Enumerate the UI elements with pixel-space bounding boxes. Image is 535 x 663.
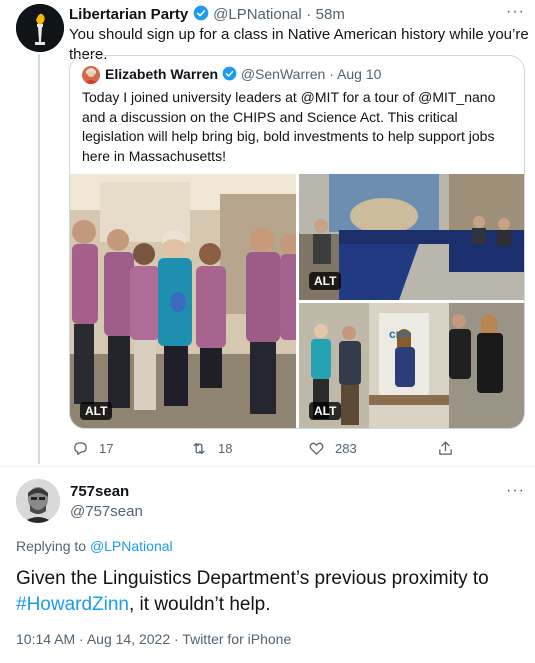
alt-badge[interactable]: ALT xyxy=(309,402,342,420)
like-count: 283 xyxy=(335,441,357,456)
tweet-timestamp[interactable]: 10:14 AM · Aug 14, 2022 · Twitter for iP… xyxy=(16,631,291,647)
retweet-button[interactable]: 18 xyxy=(190,440,232,457)
more-options-icon[interactable]: ··· xyxy=(506,482,525,500)
media-grid: ALT ALT cnn ALT xyxy=(70,174,524,428)
retweet-count: 18 xyxy=(218,441,233,456)
reply-icon xyxy=(74,442,87,455)
author-name[interactable]: 757sean xyxy=(70,483,129,500)
avatar xyxy=(82,66,100,84)
hashtag-link[interactable]: #HowardZinn xyxy=(16,594,129,615)
parent-tweet-header: Libertarian Party @LPNational · 58m xyxy=(69,5,345,24)
separator-dot: · xyxy=(306,6,312,23)
replying-to-handle[interactable]: @LPNational xyxy=(90,538,173,554)
reply-button[interactable]: 17 xyxy=(72,440,113,457)
photo-tour[interactable]: cnn ALT xyxy=(299,303,524,428)
photo-group[interactable]: ALT xyxy=(70,174,296,428)
divider xyxy=(0,466,535,467)
author-handle[interactable]: @LPNational xyxy=(213,6,302,23)
reply-text-part: Given the Linguistics Department’s previ… xyxy=(16,568,489,589)
quoted-tweet-header: Elizabeth Warren @SenWarren · Aug 10 xyxy=(105,66,381,82)
quoted-tweet-card[interactable]: Elizabeth Warren @SenWarren · Aug 10 Tod… xyxy=(69,55,525,429)
quoted-tweet-text: Today I joined university leaders at @MI… xyxy=(82,89,496,164)
replying-to: Replying to @LPNational xyxy=(16,538,173,554)
more-options-icon[interactable]: ··· xyxy=(506,3,525,21)
action-bar: 17 18 283 xyxy=(0,440,535,460)
warren-avatar-icon xyxy=(84,68,98,84)
alt-badge[interactable]: ALT xyxy=(309,272,342,290)
thread-line xyxy=(38,54,40,464)
reply-text-part: , it wouldn’t help. xyxy=(129,594,271,615)
alt-badge[interactable]: ALT xyxy=(80,402,113,420)
torch-logo-icon xyxy=(16,4,64,52)
tweet-date: Aug 10 xyxy=(337,66,382,82)
author-handle: @SenWarren xyxy=(240,66,326,82)
author-name: Elizabeth Warren xyxy=(105,66,219,82)
verified-badge-icon xyxy=(193,5,209,21)
separator-dot: · xyxy=(329,66,334,82)
sean-avatar-icon xyxy=(16,479,60,523)
heart-icon xyxy=(309,442,324,455)
retweet-icon xyxy=(193,442,205,455)
avatar[interactable] xyxy=(16,479,60,523)
avatar[interactable] xyxy=(16,4,64,52)
reply-tweet-text: Given the Linguistics Department’s previ… xyxy=(16,566,526,618)
share-icon xyxy=(439,441,452,455)
author-handle[interactable]: @757sean xyxy=(70,503,143,520)
tweet-time[interactable]: 58m xyxy=(316,6,345,23)
like-button[interactable]: 283 xyxy=(308,440,357,457)
reply-count: 17 xyxy=(99,441,114,456)
group-photo-image xyxy=(70,174,296,428)
verified-badge-icon xyxy=(222,66,237,81)
replying-to-label: Replying to xyxy=(16,538,87,554)
photo-meeting[interactable]: ALT xyxy=(299,174,524,300)
author-name[interactable]: Libertarian Party xyxy=(69,6,188,23)
sign-text: cnn xyxy=(389,327,411,341)
share-button[interactable] xyxy=(437,440,454,457)
